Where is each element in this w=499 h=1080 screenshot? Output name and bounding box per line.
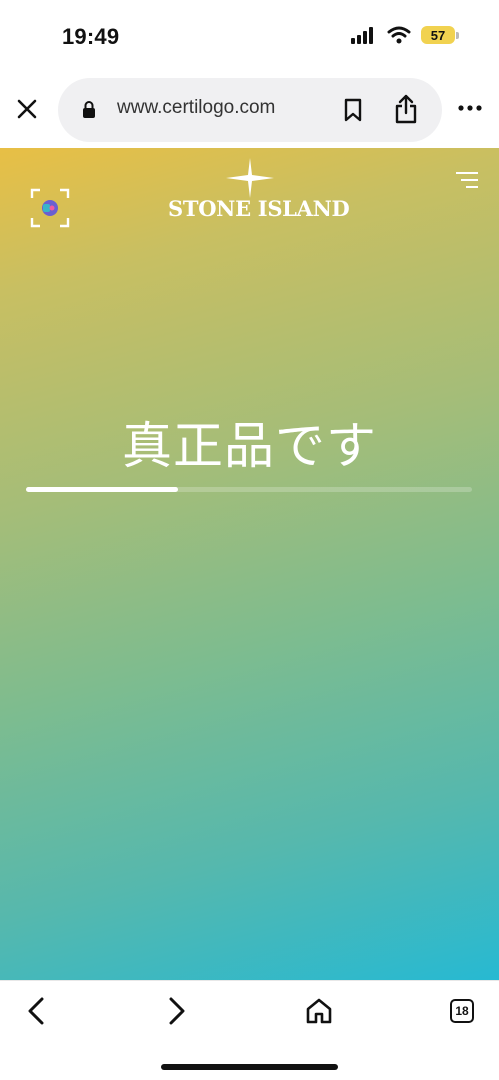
authenticity-message: 真正品です <box>122 417 377 475</box>
status-bar: 19:49 57 <box>0 0 499 72</box>
forward-icon <box>169 997 185 1025</box>
tabs-icon: 18 <box>450 999 474 1023</box>
status-time: 19:49 <box>62 24 120 49</box>
status-icons: 57 <box>351 26 459 44</box>
menu-button[interactable] <box>452 170 480 192</box>
close-button[interactable] <box>10 92 44 126</box>
bottom-toolbar: 18 <box>0 980 499 1080</box>
tabs-button[interactable]: 18 <box>444 993 480 1029</box>
scan-button[interactable] <box>30 188 70 228</box>
back-icon <box>28 997 44 1025</box>
url-text: www.certilogo.com <box>117 97 276 118</box>
battery-icon: 57 <box>421 26 459 44</box>
more-button[interactable] <box>456 94 484 122</box>
progress-fill <box>26 487 178 492</box>
compass-rose-icon <box>226 158 274 198</box>
more-icon <box>458 105 482 111</box>
signal-icon <box>351 27 373 44</box>
home-indicator <box>161 1064 338 1070</box>
address-bar[interactable]: www.certilogo.com <box>58 78 442 142</box>
share-icon <box>395 94 417 124</box>
browser-toolbar: www.certilogo.com <box>0 72 499 148</box>
home-button[interactable] <box>301 993 337 1029</box>
back-button[interactable] <box>18 993 54 1029</box>
tab-count: 18 <box>455 1004 469 1018</box>
brand-name: STONE ISLAND <box>168 196 350 221</box>
home-icon <box>306 998 332 1024</box>
forward-button[interactable] <box>159 993 195 1029</box>
battery-level: 57 <box>430 27 446 43</box>
bookmark-button[interactable] <box>341 96 365 124</box>
share-button[interactable] <box>393 93 419 125</box>
close-icon <box>17 99 37 119</box>
bookmark-icon <box>344 98 362 122</box>
scan-icon <box>30 188 70 228</box>
lock-icon <box>83 101 95 118</box>
menu-icon <box>456 172 478 188</box>
progress-bar <box>26 487 472 492</box>
web-content: STONE ISLAND 真正品です <box>0 148 499 980</box>
phone-screen: 19:49 57 www.certilogo.com STONE ISLAND … <box>0 0 499 1080</box>
wifi-icon <box>387 26 411 44</box>
brand-logo[interactable]: STONE ISLAND <box>168 158 350 228</box>
